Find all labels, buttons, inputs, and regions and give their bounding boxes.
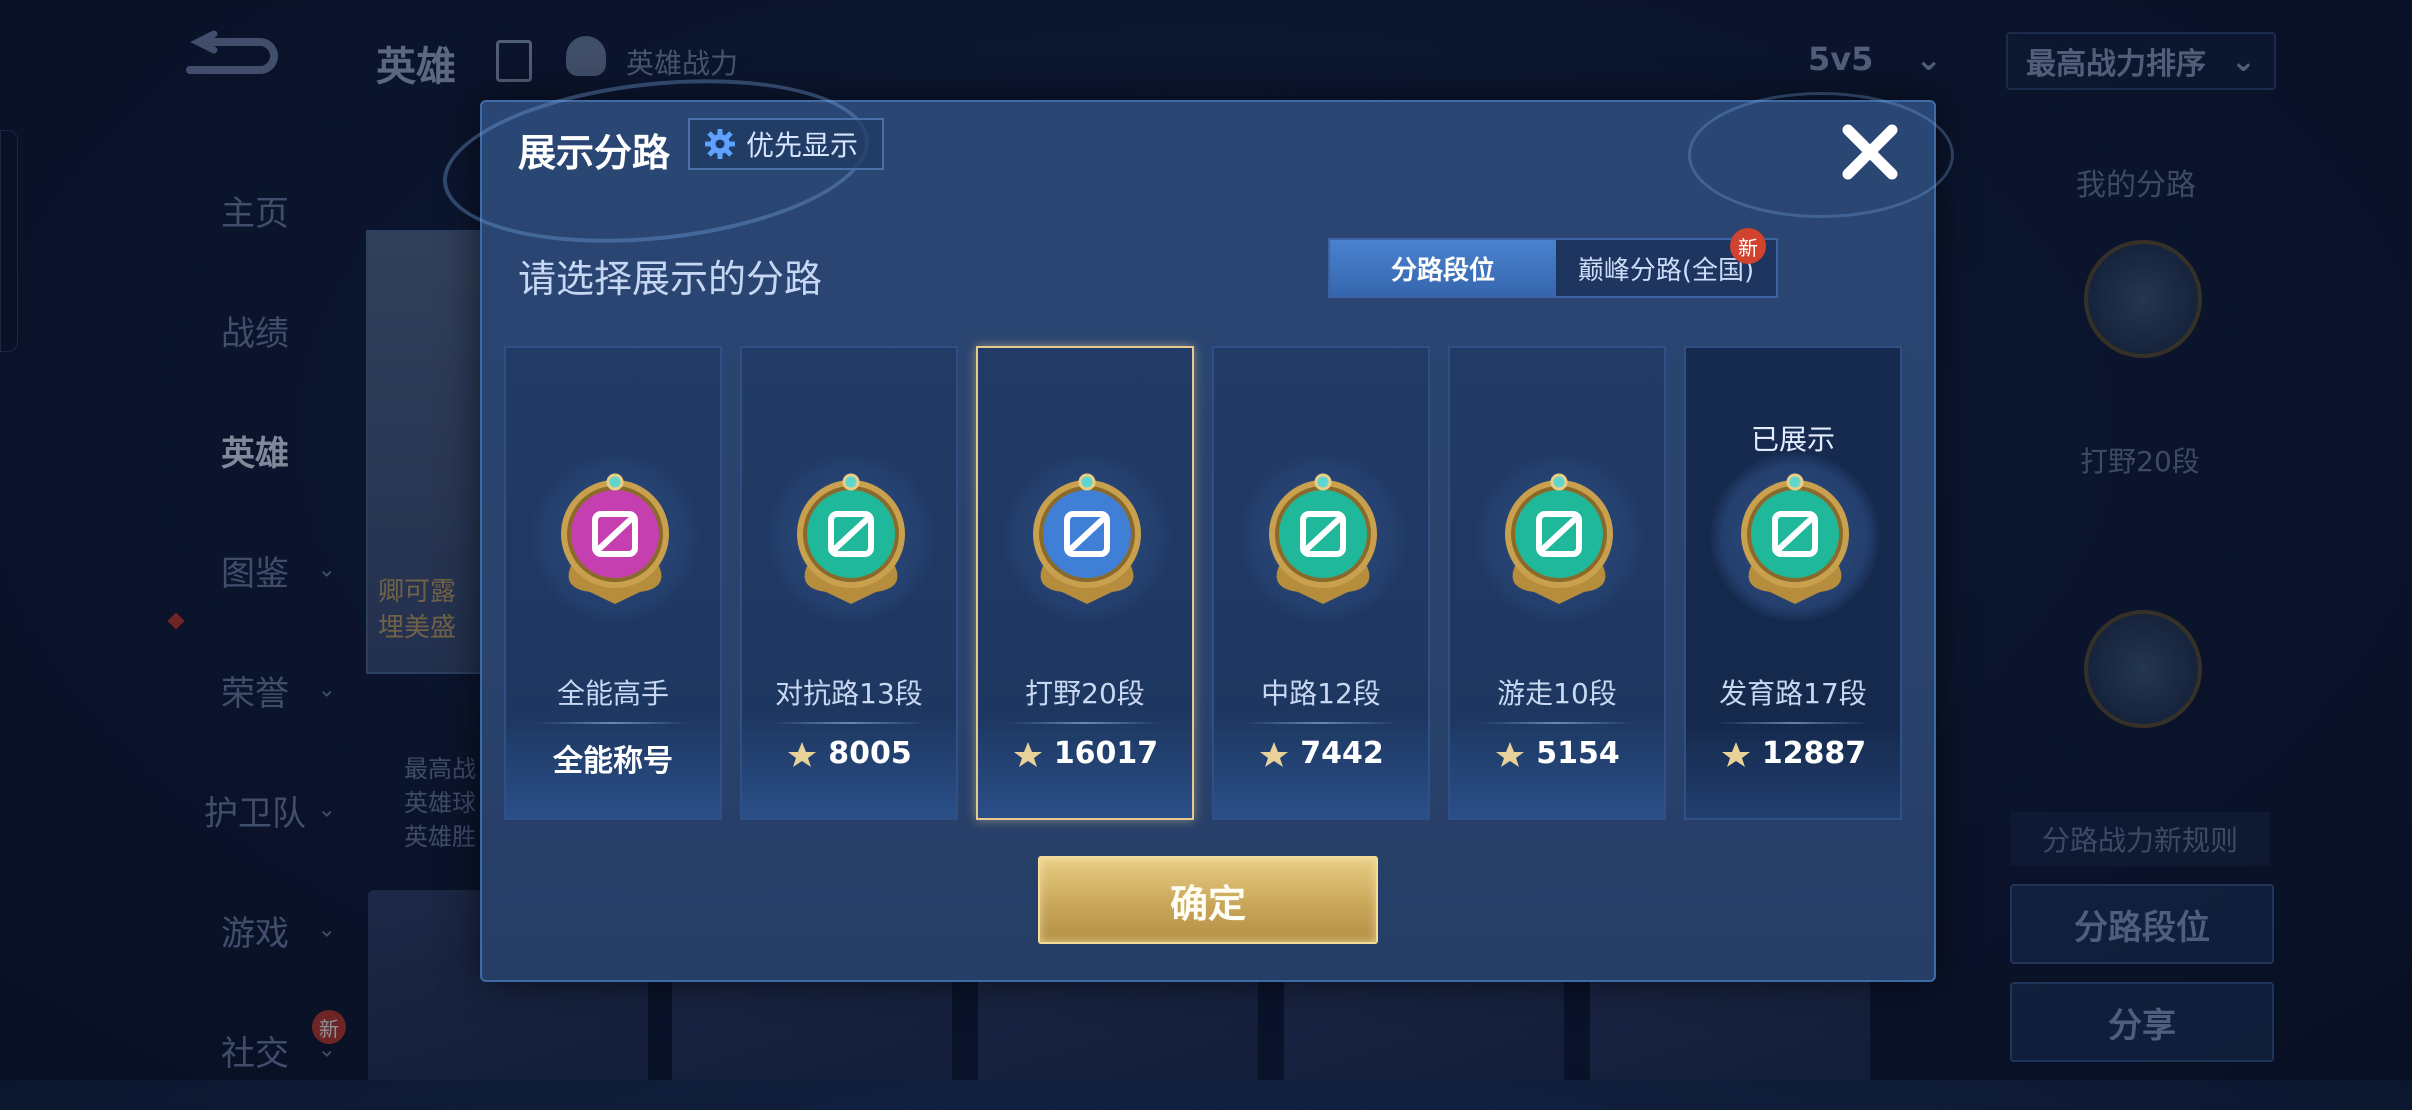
confirm-button[interactable]: 确定 <box>1038 856 1378 944</box>
decorative-swirl <box>1688 92 1954 218</box>
priority-display-button[interactable]: 优先显示 <box>688 118 884 170</box>
lane-name: 打野20段 <box>1025 677 1145 710</box>
lane-type-tabs: 分路段位 巅峰分路(全国) 新 <box>1328 228 1778 298</box>
lane-value-text: 8005 <box>828 736 912 771</box>
lane-card[interactable]: 中路12段 7442 <box>1212 346 1430 820</box>
lane-card-list: 全能高手 全能称号 对抗路13段 8005 打野20段 16017 中路12段 7442 游走1… <box>504 346 1908 820</box>
power-icon <box>788 741 817 767</box>
lane-name: 对抗路13段 <box>775 677 923 710</box>
divider <box>1716 722 1870 724</box>
lane-name: 全能高手 <box>556 677 669 710</box>
roam-emblem-icon <box>1505 473 1613 604</box>
power-icon <box>1260 741 1289 767</box>
power-icon <box>1013 741 1042 767</box>
divider <box>1480 722 1634 724</box>
lane-power-value: 7442 <box>1214 736 1428 771</box>
lane-name: 中路12段 <box>1261 677 1381 710</box>
lane-card[interactable]: 游走10段 5154 <box>1448 346 1666 820</box>
lane-name: 发育路17段 <box>1719 677 1867 710</box>
all-round-emblem-icon <box>561 473 669 604</box>
lane-power-value: 全能称号 <box>506 736 720 780</box>
lane-value-text: 全能称号 <box>553 744 673 779</box>
divider <box>1008 722 1162 724</box>
lane-card[interactable]: 打野20段 16017 <box>976 346 1194 820</box>
lane-name: 游走10段 <box>1497 677 1617 710</box>
lane-value-text: 16017 <box>1053 736 1159 771</box>
display-lane-dialog: 展示分路 优先显示 请选择展示的分路 分路段位 巅峰分路(全国) 新 全能高手全… <box>434 60 1954 982</box>
divider <box>536 722 690 724</box>
lane-value-text: 7442 <box>1300 736 1384 771</box>
new-badge: 新 <box>1730 228 1766 264</box>
lane-card[interactable]: 对抗路13段 8005 <box>740 346 958 820</box>
jungle-emblem-icon <box>1033 473 1141 604</box>
priority-display-label: 优先显示 <box>746 129 859 162</box>
divider <box>772 722 926 724</box>
gear-icon <box>705 129 735 159</box>
lane-card[interactable]: 全能高手 全能称号 <box>504 346 722 820</box>
mid-lane-emblem-icon <box>1269 473 1377 604</box>
lane-power-value: 5154 <box>1450 736 1664 771</box>
tab-label: 巅峰分路(全国) <box>1577 255 1755 286</box>
tab-lane-rank[interactable]: 分路段位 <box>1330 240 1556 296</box>
lane-power-value: 8005 <box>742 736 956 771</box>
lane-power-value: 12887 <box>1686 736 1900 771</box>
dialog-title: 展示分路 <box>518 131 671 175</box>
lane-card[interactable]: 已展示 发育路17段 12887 <box>1684 346 1902 820</box>
tab-peak-lane[interactable]: 巅峰分路(全国) 新 <box>1556 228 1776 296</box>
power-icon <box>1721 741 1750 767</box>
power-icon <box>1496 741 1525 767</box>
lane-value-text: 5154 <box>1536 736 1620 771</box>
select-lane-prompt: 请选择展示的分路 <box>518 257 823 301</box>
tab-label: 分路段位 <box>1390 255 1495 286</box>
farm-lane-emblem-icon <box>1741 473 1849 604</box>
divider <box>1244 722 1398 724</box>
close-icon[interactable] <box>1834 116 1906 188</box>
clash-lane-emblem-icon <box>797 473 905 604</box>
lane-power-value: 16017 <box>978 736 1192 771</box>
lane-value-text: 12887 <box>1761 736 1867 771</box>
